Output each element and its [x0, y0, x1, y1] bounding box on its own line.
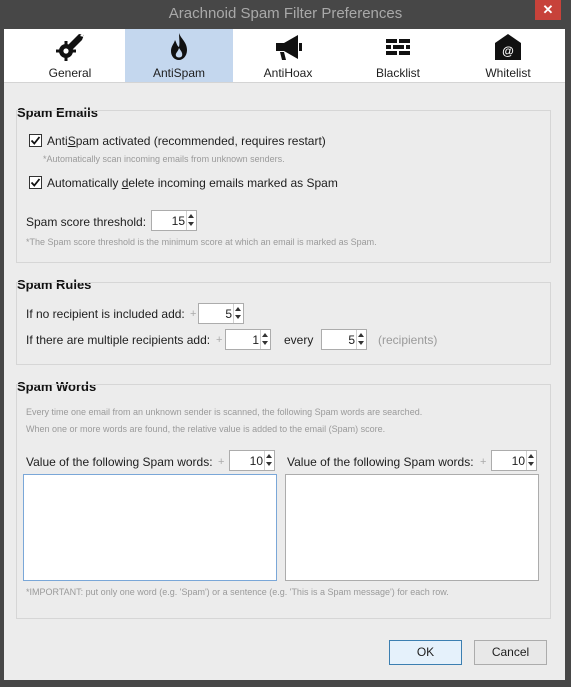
arrow-up-icon[interactable] — [528, 454, 534, 458]
no-recipient-stepper[interactable]: 5 — [198, 303, 244, 324]
left-spam-words-textarea[interactable] — [23, 474, 277, 581]
auto-delete-label[interactable]: Automatically delete incoming emails mar… — [47, 176, 338, 190]
tab-whitelist[interactable]: @ Whitelist — [454, 29, 562, 82]
spam-rules-group: If no recipient is included add: + 5 If … — [16, 282, 551, 365]
megaphone-icon — [276, 35, 302, 60]
right-spam-words-textarea[interactable] — [285, 474, 539, 581]
stepper-value: 15 — [171, 214, 185, 228]
category-toolbar: General AntiSpam AntiHoax Blacklist @ Wh… — [4, 29, 565, 83]
threshold-label: Spam score threshold: — [26, 215, 147, 229]
tab-label: General — [48, 66, 92, 80]
spam-words-description-2: When one or more words are found, the re… — [26, 424, 386, 434]
recipients-unit-label: (recipients) — [378, 333, 438, 347]
antispam-activated-checkbox[interactable] — [29, 134, 42, 147]
right-spam-words-value-label: Value of the following Spam words: — [287, 455, 474, 469]
close-icon: ✕ — [542, 2, 554, 17]
threshold-stepper[interactable]: 15 — [151, 210, 197, 231]
spam-words-important-note: *IMPORTANT: put only one word (e.g. 'Spa… — [26, 587, 449, 597]
preferences-window: Arachnoid Spam Filter Preferences ✕ Gene… — [0, 0, 571, 687]
envelope-at-icon: @ — [495, 34, 521, 60]
arrow-up-icon[interactable] — [262, 333, 268, 337]
arrow-up-icon[interactable] — [235, 307, 241, 311]
tab-antihoax[interactable]: AntiHoax — [234, 29, 342, 82]
gear-wrench-icon — [56, 33, 84, 61]
tab-antispam[interactable]: AntiSpam — [125, 29, 233, 82]
label-part: pam activated (recommended, requires res… — [75, 134, 326, 148]
tab-label: Blacklist — [375, 66, 420, 80]
tab-label: AntiSpam — [152, 66, 206, 80]
stepper-arrows[interactable] — [356, 330, 366, 349]
left-spam-words-value-label: Value of the following Spam words: — [26, 455, 213, 469]
antispam-hint: *Automatically scan incoming emails from… — [43, 154, 285, 164]
tab-label: AntiHoax — [263, 66, 313, 80]
checkmark-icon — [30, 178, 41, 187]
dialog-client-area: General AntiSpam AntiHoax Blacklist @ Wh… — [4, 29, 565, 680]
plus-sign: + — [218, 456, 225, 468]
label-part: elete incoming emails marked as Spam — [128, 176, 338, 190]
left-spam-words-value-stepper[interactable]: 10 — [229, 450, 275, 471]
arrow-down-icon[interactable] — [235, 315, 241, 319]
tab-label: Whitelist — [485, 66, 531, 80]
stepper-value: 5 — [348, 333, 355, 347]
arrow-up-icon[interactable] — [266, 454, 272, 458]
cancel-button[interactable]: Cancel — [474, 640, 547, 665]
multiple-recipients-label: If there are multiple recipients add: — [26, 333, 211, 347]
arrow-down-icon[interactable] — [262, 341, 268, 345]
close-button[interactable]: ✕ — [535, 0, 561, 20]
stepper-arrows[interactable] — [264, 451, 274, 470]
plus-sign: + — [216, 334, 223, 346]
label-part: Automatically — [47, 176, 122, 190]
multiple-recipients-stepper[interactable]: 1 — [225, 329, 271, 350]
arrow-up-icon[interactable] — [358, 333, 364, 337]
arrow-down-icon[interactable] — [358, 341, 364, 345]
antispam-activated-label[interactable]: AntiSpam activated (recommended, require… — [47, 134, 326, 148]
every-label: every — [284, 333, 314, 347]
auto-delete-checkbox[interactable] — [29, 176, 42, 189]
stepper-arrows[interactable] — [260, 330, 270, 349]
label-part: Anti — [47, 134, 68, 148]
stepper-value: 1 — [252, 333, 259, 347]
spam-words-description-1: Every time one email from an unknown sen… — [26, 407, 423, 417]
right-spam-words-value-stepper[interactable]: 10 — [491, 450, 537, 471]
stepper-arrows[interactable] — [233, 304, 243, 323]
no-recipient-label: If no recipient is included add: — [26, 307, 185, 321]
every-recipients-stepper[interactable]: 5 — [321, 329, 367, 350]
tab-general[interactable]: General — [16, 29, 124, 82]
svg-text:@: @ — [502, 44, 514, 58]
plus-sign: + — [480, 456, 487, 468]
checkmark-icon — [30, 136, 41, 145]
threshold-hint: *The Spam score threshold is the minimum… — [26, 237, 377, 247]
brick-wall-icon — [386, 39, 410, 55]
plus-sign: + — [190, 308, 197, 320]
stepper-value: 10 — [249, 454, 263, 468]
window-title: Arachnoid Spam Filter Preferences — [168, 5, 403, 22]
stepper-arrows[interactable] — [526, 451, 536, 470]
flame-icon — [171, 33, 187, 60]
arrow-down-icon[interactable] — [266, 462, 272, 466]
ok-button[interactable]: OK — [389, 640, 462, 665]
tab-blacklist[interactable]: Blacklist — [344, 29, 452, 82]
arrow-down-icon[interactable] — [528, 462, 534, 466]
access-key: S — [67, 134, 76, 148]
stepper-value: 10 — [511, 454, 525, 468]
spam-words-group: Every time one email from an unknown sen… — [16, 384, 551, 619]
title-bar[interactable]: Arachnoid Spam Filter Preferences ✕ — [0, 0, 571, 29]
spam-emails-group: AntiSpam activated (recommended, require… — [16, 110, 551, 263]
stepper-arrows[interactable] — [186, 211, 196, 230]
arrow-down-icon[interactable] — [188, 222, 194, 226]
arrow-up-icon[interactable] — [188, 214, 194, 218]
stepper-value: 5 — [225, 307, 232, 321]
